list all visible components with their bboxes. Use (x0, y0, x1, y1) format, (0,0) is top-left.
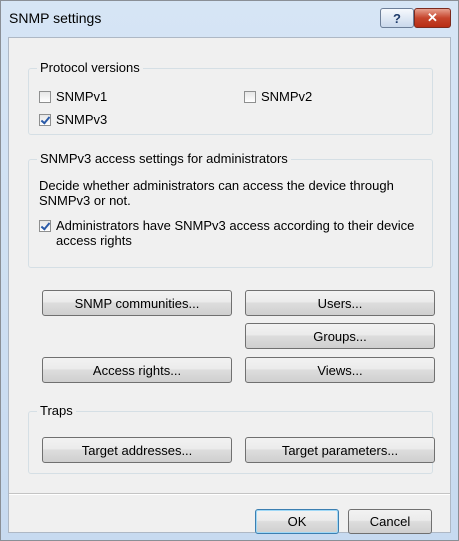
help-icon: ? (393, 10, 401, 26)
cancel-button[interactable]: Cancel (348, 509, 432, 534)
snmpv2-checkbox[interactable]: SNMPv2 (244, 89, 312, 104)
admin-access-description: Decide whether administrators can access… (39, 178, 394, 208)
admin-access-group: SNMPv3 access settings for administrator… (28, 151, 433, 268)
close-icon: ✕ (427, 10, 438, 25)
target-parameters-button[interactable]: Target parameters... (245, 437, 435, 463)
snmpv2-label: SNMPv2 (261, 89, 313, 104)
users-button[interactable]: Users... (245, 290, 435, 316)
protocol-versions-label: Protocol versions (37, 60, 143, 75)
snmp-settings-dialog: SNMP settings ? ✕ Protocol versions SNMP… (0, 0, 459, 541)
protocol-versions-group: Protocol versions SNMPv1 SNMPv2 SNMPv3 (28, 60, 433, 135)
snmpv1-label: SNMPv1 (56, 89, 108, 104)
admin-access-checkbox-label: Administrators have SNMPv3 access accord… (56, 218, 415, 248)
target-addresses-button[interactable]: Target addresses... (42, 437, 232, 463)
snmp-communities-button[interactable]: SNMP communities... (42, 290, 232, 316)
groups-button[interactable]: Groups... (245, 323, 435, 349)
traps-label: Traps (37, 403, 76, 418)
views-button[interactable]: Views... (245, 357, 435, 383)
checkbox-checked-icon (39, 220, 51, 232)
dialog-client-area: Protocol versions SNMPv1 SNMPv2 SNMPv3 S… (8, 37, 451, 534)
checkbox-checked-icon (39, 114, 51, 126)
admin-access-label: SNMPv3 access settings for administrator… (37, 151, 291, 166)
dialog-title: SNMP settings (9, 10, 102, 26)
snmpv1-checkbox[interactable]: SNMPv1 (39, 89, 107, 104)
title-bar[interactable]: SNMP settings ? ✕ (1, 1, 458, 37)
checkbox-unchecked-icon (39, 91, 51, 103)
footer-separator (9, 493, 450, 495)
help-button[interactable]: ? (380, 8, 414, 28)
ok-button[interactable]: OK (255, 509, 339, 534)
access-rights-button[interactable]: Access rights... (42, 357, 232, 383)
snmpv3-checkbox[interactable]: SNMPv3 (39, 112, 107, 127)
snmpv3-label: SNMPv3 (56, 112, 108, 127)
admin-access-checkbox[interactable]: Administrators have SNMPv3 access accord… (39, 218, 424, 248)
traps-group: Traps Target addresses... Target paramet… (28, 403, 435, 474)
close-button[interactable]: ✕ (414, 8, 451, 28)
checkbox-unchecked-icon (244, 91, 256, 103)
